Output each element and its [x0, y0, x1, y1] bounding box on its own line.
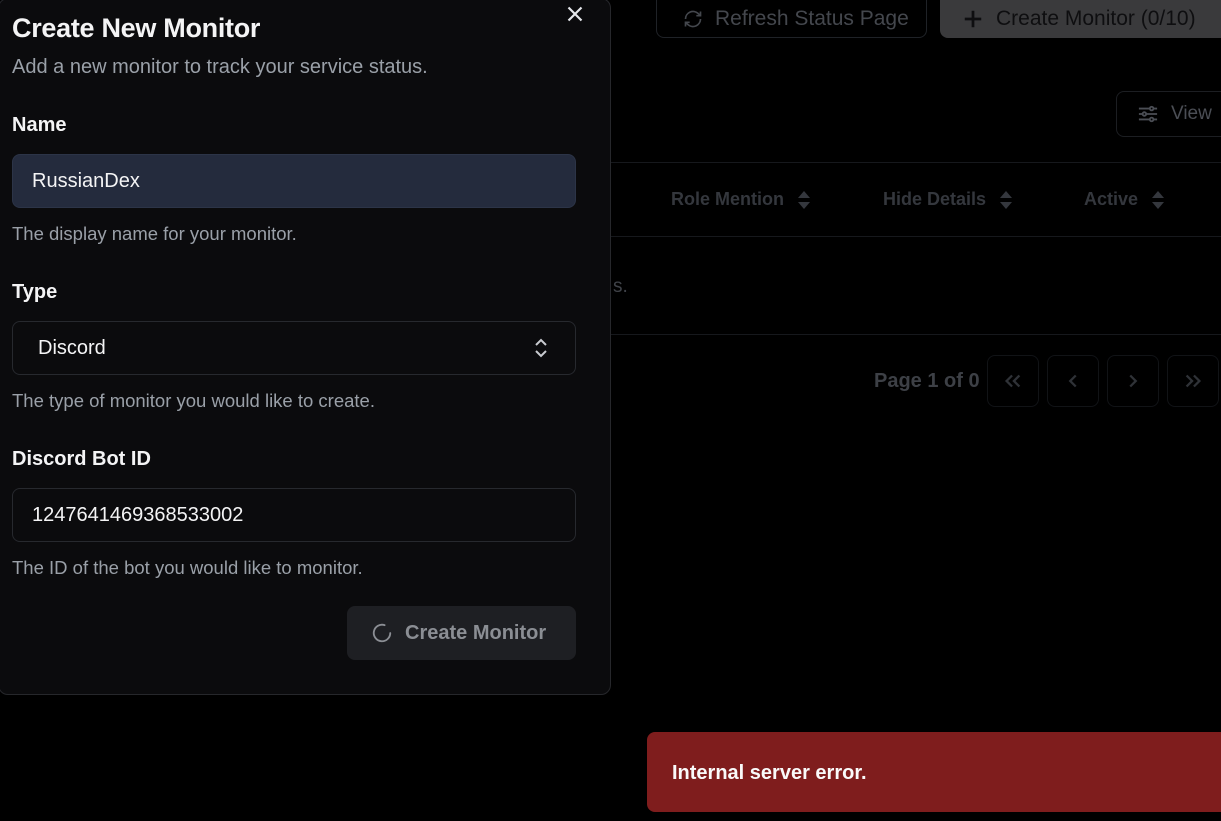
pagination-label: Page 1 of 0	[874, 370, 980, 392]
empty-state-text: s.	[613, 276, 628, 297]
name-help: The display name for your monitor.	[12, 223, 297, 244]
toast-message: Internal server error.	[672, 762, 867, 784]
x-icon	[567, 6, 583, 22]
chevrons-left-icon	[1004, 374, 1021, 388]
next-page-button[interactable]	[1107, 355, 1159, 407]
chevrons-up-down-icon	[535, 338, 547, 358]
last-page-button[interactable]	[1167, 355, 1219, 407]
column-label: Role Mention	[671, 189, 784, 209]
type-help: The type of monitor you would like to cr…	[12, 390, 375, 411]
monitors-table: Role Mention Hide Details Active s.	[600, 162, 1221, 335]
bot-id-help: The ID of the bot you would like to moni…	[12, 557, 363, 578]
create-monitor-dialog: Create New Monitor Add a new monitor to …	[0, 0, 611, 695]
create-monitor-top-button[interactable]: Create Monitor (0/10)	[940, 0, 1221, 38]
column-role-mention[interactable]: Role Mention	[671, 189, 810, 210]
dialog-subtitle: Add a new monitor to track your service …	[12, 56, 428, 78]
type-select[interactable]: Discord	[12, 321, 576, 375]
chevron-left-icon	[1068, 374, 1077, 388]
plus-icon	[964, 10, 982, 28]
type-select-value: Discord	[38, 336, 106, 359]
column-label: Active	[1084, 189, 1139, 209]
table-header: Role Mention Hide Details Active	[600, 163, 1221, 237]
type-label: Type	[12, 281, 58, 303]
name-label: Name	[12, 114, 67, 136]
view-button-label: View	[1171, 103, 1212, 124]
spinner-icon	[372, 623, 392, 643]
create-button-label: Create Monitor (0/10)	[996, 7, 1196, 30]
close-button[interactable]	[562, 1, 588, 27]
create-monitor-submit-button[interactable]: Create Monitor	[347, 606, 576, 660]
name-input[interactable]: RussianDex	[12, 154, 576, 208]
view-button[interactable]: View	[1116, 91, 1221, 137]
bot-id-label: Discord Bot ID	[12, 448, 151, 470]
column-hide-details[interactable]: Hide Details	[883, 189, 1013, 210]
sort-icon	[1152, 190, 1165, 209]
submit-label: Create Monitor	[405, 621, 547, 644]
chevrons-right-icon	[1185, 374, 1202, 388]
refresh-icon	[684, 10, 702, 28]
sort-icon	[1000, 190, 1013, 209]
sliders-icon	[1138, 105, 1158, 123]
sort-icon	[798, 190, 810, 209]
refresh-button-label: Refresh Status Page	[715, 7, 909, 30]
first-page-button[interactable]	[987, 355, 1039, 407]
column-label: Hide Details	[883, 189, 987, 209]
dialog-title: Create New Monitor	[12, 13, 261, 43]
bot-id-input[interactable]: 1247641469368533002	[12, 488, 576, 542]
error-toast[interactable]: Internal server error.	[647, 732, 1221, 812]
refresh-status-page-button[interactable]: Refresh Status Page	[656, 0, 927, 38]
column-active[interactable]: Active	[1084, 189, 1165, 210]
chevron-right-icon	[1129, 374, 1138, 388]
prev-page-button[interactable]	[1047, 355, 1099, 407]
